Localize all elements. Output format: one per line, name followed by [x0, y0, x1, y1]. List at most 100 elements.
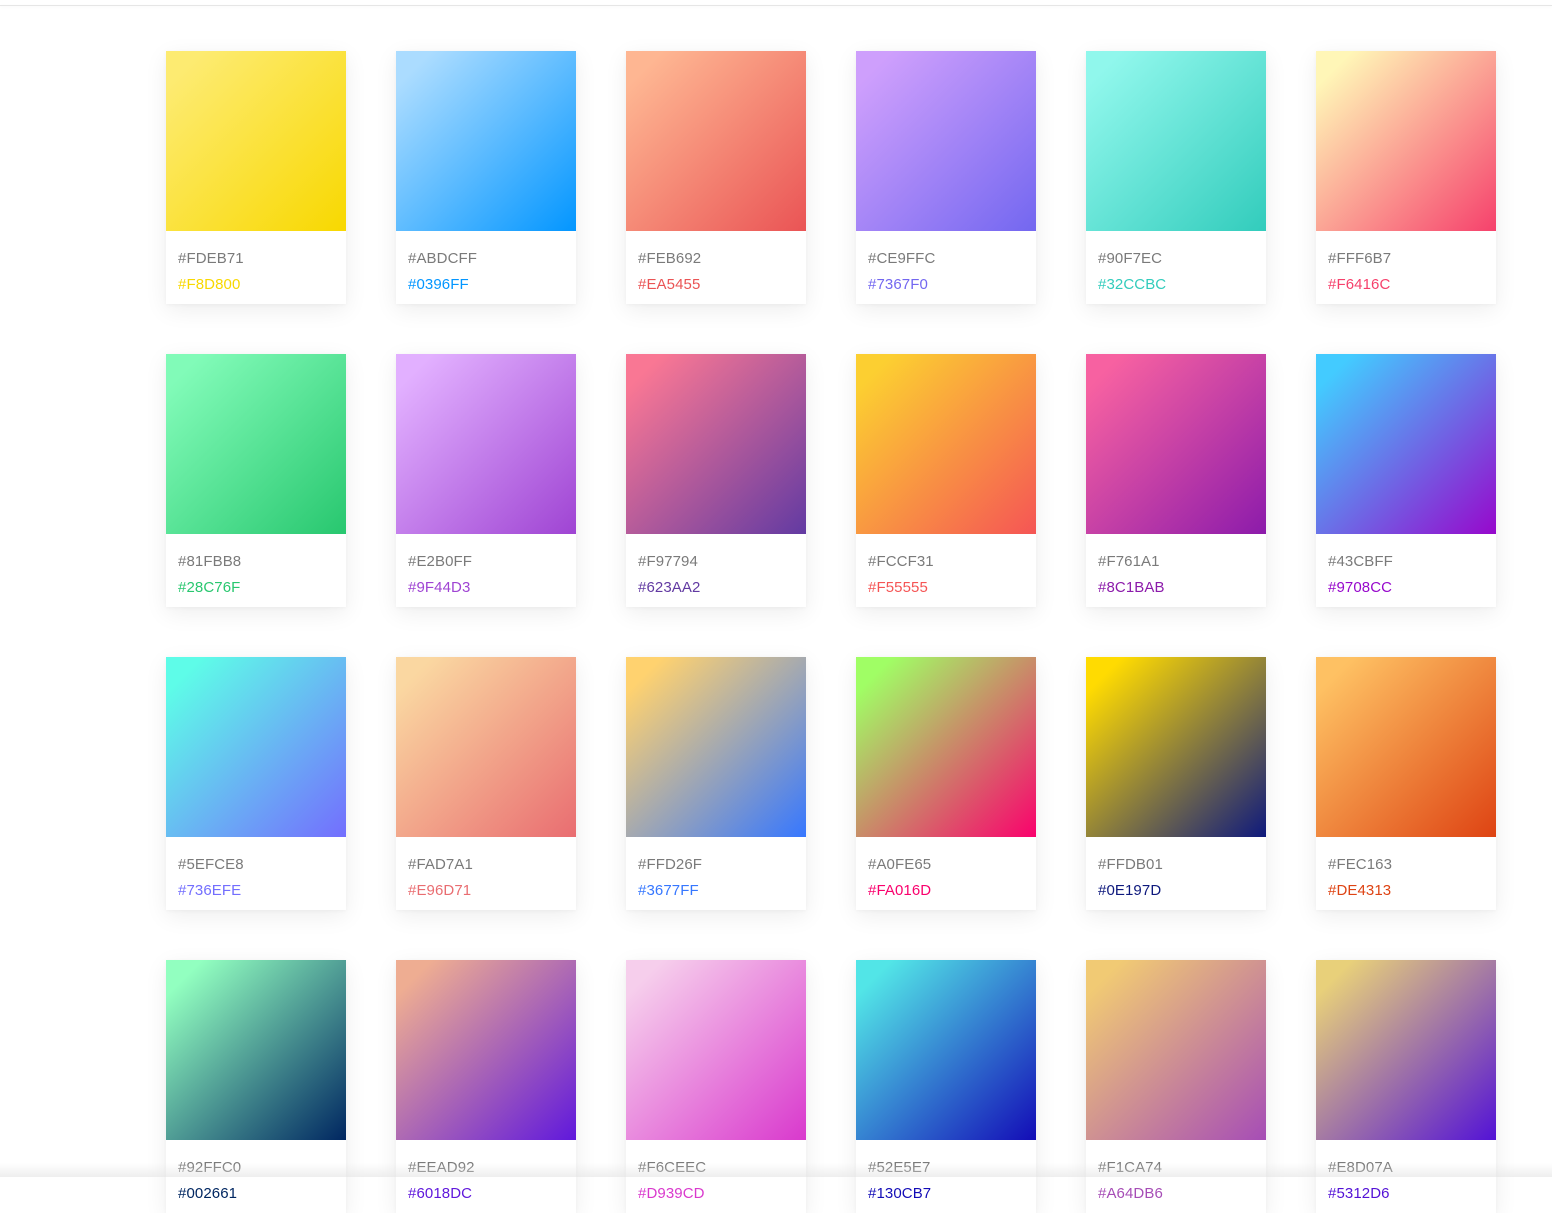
- gradient-card[interactable]: #FAD7A1 #E96D71: [396, 657, 576, 910]
- start-color-code[interactable]: #FAD7A1: [408, 852, 576, 878]
- start-color-code[interactable]: #EEAD92: [408, 1155, 576, 1181]
- end-color-code[interactable]: #7367F0: [868, 272, 1036, 298]
- gradient-card[interactable]: #FEB692 #EA5455: [626, 51, 806, 304]
- gradient-swatch[interactable]: [626, 51, 806, 231]
- gradient-card[interactable]: #E2B0FF #9F44D3: [396, 354, 576, 607]
- gradient-card[interactable]: #FEC163 #DE4313: [1316, 657, 1496, 910]
- start-color-code[interactable]: #81FBB8: [178, 549, 346, 575]
- start-color-code[interactable]: #FDEB71: [178, 246, 346, 272]
- end-color-code[interactable]: #0E197D: [1098, 878, 1266, 904]
- gradient-swatch[interactable]: [396, 51, 576, 231]
- start-color-code[interactable]: #A0FE65: [868, 852, 1036, 878]
- gradient-swatch[interactable]: [1086, 960, 1266, 1140]
- gradient-swatch[interactable]: [166, 657, 346, 837]
- gradient-swatch[interactable]: [166, 960, 346, 1140]
- end-color-code[interactable]: #A64DB6: [1098, 1181, 1266, 1207]
- gradient-card[interactable]: #FFDB01 #0E197D: [1086, 657, 1266, 910]
- start-color-code[interactable]: #F6CEEC: [638, 1155, 806, 1181]
- gradient-swatch[interactable]: [1316, 657, 1496, 837]
- gradient-card[interactable]: #FCCF31 #F55555: [856, 354, 1036, 607]
- start-color-code[interactable]: #90F7EC: [1098, 246, 1266, 272]
- gradient-card[interactable]: #43CBFF #9708CC: [1316, 354, 1496, 607]
- gradient-card[interactable]: #F1CA74 #A64DB6: [1086, 960, 1266, 1213]
- end-color-code[interactable]: #F8D800: [178, 272, 346, 298]
- gradient-swatch[interactable]: [856, 960, 1036, 1140]
- gradient-card[interactable]: #FDEB71 #F8D800: [166, 51, 346, 304]
- gradient-swatch[interactable]: [626, 657, 806, 837]
- start-color-code[interactable]: #ABDCFF: [408, 246, 576, 272]
- gradient-card[interactable]: #F761A1 #8C1BAB: [1086, 354, 1266, 607]
- end-color-code[interactable]: #3677FF: [638, 878, 806, 904]
- gradient-card[interactable]: #ABDCFF #0396FF: [396, 51, 576, 304]
- end-color-code[interactable]: #D939CD: [638, 1181, 806, 1207]
- color-codes: #81FBB8 #28C76F: [166, 534, 346, 601]
- start-color-code[interactable]: #43CBFF: [1328, 549, 1496, 575]
- end-color-code[interactable]: #F6416C: [1328, 272, 1496, 298]
- gradient-swatch[interactable]: [166, 51, 346, 231]
- end-color-code[interactable]: #DE4313: [1328, 878, 1496, 904]
- start-color-code[interactable]: #FFDB01: [1098, 852, 1266, 878]
- end-color-code[interactable]: #28C76F: [178, 575, 346, 601]
- gradient-card[interactable]: #EEAD92 #6018DC: [396, 960, 576, 1213]
- end-color-code[interactable]: #8C1BAB: [1098, 575, 1266, 601]
- gradient-swatch[interactable]: [166, 354, 346, 534]
- start-color-code[interactable]: #FFF6B7: [1328, 246, 1496, 272]
- end-color-code[interactable]: #E96D71: [408, 878, 576, 904]
- end-color-code[interactable]: #6018DC: [408, 1181, 576, 1207]
- gradient-swatch[interactable]: [396, 657, 576, 837]
- start-color-code[interactable]: #F1CA74: [1098, 1155, 1266, 1181]
- end-color-code[interactable]: #130CB7: [868, 1181, 1036, 1207]
- gradient-swatch[interactable]: [1316, 960, 1496, 1140]
- gradient-card[interactable]: #FFD26F #3677FF: [626, 657, 806, 910]
- start-color-code[interactable]: #FFD26F: [638, 852, 806, 878]
- gradient-swatch[interactable]: [856, 51, 1036, 231]
- end-color-code[interactable]: #EA5455: [638, 272, 806, 298]
- color-codes: #90F7EC #32CCBC: [1086, 231, 1266, 298]
- gradient-card[interactable]: #F6CEEC #D939CD: [626, 960, 806, 1213]
- start-color-code[interactable]: #CE9FFC: [868, 246, 1036, 272]
- gradient-swatch[interactable]: [626, 354, 806, 534]
- end-color-code[interactable]: #9708CC: [1328, 575, 1496, 601]
- gradient-card[interactable]: #5EFCE8 #736EFE: [166, 657, 346, 910]
- gradient-swatch[interactable]: [396, 960, 576, 1140]
- gradient-grid: #FDEB71 #F8D800 #ABDCFF #0396FF #FEB692 #EA54…: [166, 51, 1496, 1213]
- start-color-code[interactable]: #92FFC0: [178, 1155, 346, 1181]
- end-color-code[interactable]: #5312D6: [1328, 1181, 1496, 1207]
- gradient-swatch[interactable]: [1316, 354, 1496, 534]
- gradient-swatch[interactable]: [1086, 354, 1266, 534]
- start-color-code[interactable]: #FEC163: [1328, 852, 1496, 878]
- gradient-card[interactable]: #E8D07A #5312D6: [1316, 960, 1496, 1213]
- end-color-code[interactable]: #F55555: [868, 575, 1036, 601]
- gradient-card[interactable]: #92FFC0 #002661: [166, 960, 346, 1213]
- end-color-code[interactable]: #32CCBC: [1098, 272, 1266, 298]
- start-color-code[interactable]: #F97794: [638, 549, 806, 575]
- end-color-code[interactable]: #FA016D: [868, 878, 1036, 904]
- gradient-swatch[interactable]: [1086, 657, 1266, 837]
- end-color-code[interactable]: #736EFE: [178, 878, 346, 904]
- gradient-card[interactable]: #52E5E7 #130CB7: [856, 960, 1036, 1213]
- end-color-code[interactable]: #9F44D3: [408, 575, 576, 601]
- gradient-swatch[interactable]: [626, 960, 806, 1140]
- gradient-card[interactable]: #81FBB8 #28C76F: [166, 354, 346, 607]
- start-color-code[interactable]: #E8D07A: [1328, 1155, 1496, 1181]
- gradient-swatch[interactable]: [1316, 51, 1496, 231]
- start-color-code[interactable]: #F761A1: [1098, 549, 1266, 575]
- start-color-code[interactable]: #FCCF31: [868, 549, 1036, 575]
- end-color-code[interactable]: #0396FF: [408, 272, 576, 298]
- end-color-code[interactable]: #623AA2: [638, 575, 806, 601]
- start-color-code[interactable]: #52E5E7: [868, 1155, 1036, 1181]
- gradient-card[interactable]: #FFF6B7 #F6416C: [1316, 51, 1496, 304]
- gradient-card[interactable]: #F97794 #623AA2: [626, 354, 806, 607]
- start-color-code[interactable]: #5EFCE8: [178, 852, 346, 878]
- color-codes: #E8D07A #5312D6: [1316, 1140, 1496, 1207]
- gradient-swatch[interactable]: [856, 657, 1036, 837]
- gradient-swatch[interactable]: [396, 354, 576, 534]
- gradient-card[interactable]: #90F7EC #32CCBC: [1086, 51, 1266, 304]
- gradient-card[interactable]: #A0FE65 #FA016D: [856, 657, 1036, 910]
- gradient-card[interactable]: #CE9FFC #7367F0: [856, 51, 1036, 304]
- start-color-code[interactable]: #E2B0FF: [408, 549, 576, 575]
- gradient-swatch[interactable]: [1086, 51, 1266, 231]
- gradient-swatch[interactable]: [856, 354, 1036, 534]
- start-color-code[interactable]: #FEB692: [638, 246, 806, 272]
- end-color-code[interactable]: #002661: [178, 1181, 346, 1207]
